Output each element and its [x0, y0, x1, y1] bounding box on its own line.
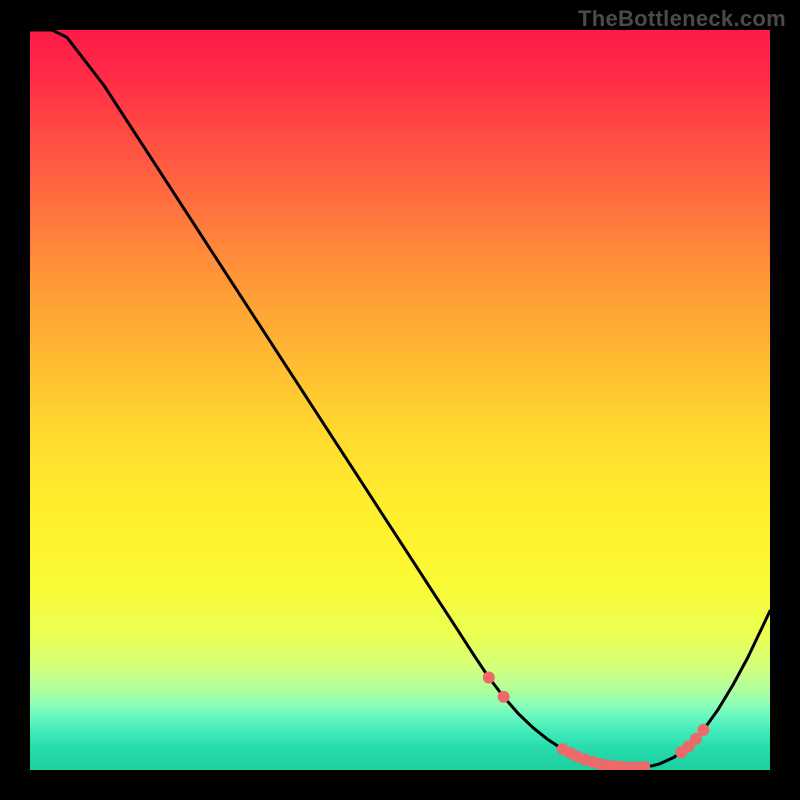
- plot-area: [30, 30, 770, 770]
- curve-marker: [697, 724, 709, 736]
- chart-stage: TheBottleneck.com: [0, 0, 800, 800]
- bottleneck-curve: [30, 30, 770, 767]
- chart-svg: [30, 30, 770, 770]
- watermark-text: TheBottleneck.com: [578, 6, 786, 32]
- curve-marker: [498, 691, 510, 703]
- curve-marker: [483, 672, 495, 684]
